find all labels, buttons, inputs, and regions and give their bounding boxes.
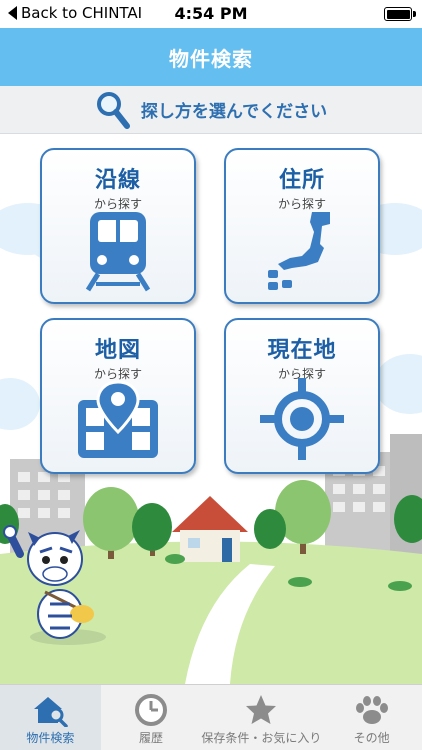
japan-map-icon — [268, 212, 330, 290]
tab-label: その他 — [353, 731, 390, 745]
tab-label: 履歴 — [138, 731, 163, 745]
tab-other[interactable]: その他 — [321, 685, 422, 750]
tab-label: 物件検索 — [26, 731, 75, 745]
battery-icon — [384, 7, 416, 21]
search-by-address-button[interactable]: 住所 から探す — [224, 148, 380, 304]
tab-history[interactable]: 履歴 — [101, 685, 202, 750]
star-icon — [246, 695, 277, 724]
search-by-map-button[interactable]: 地図 から探す — [40, 318, 196, 474]
house-search-icon — [34, 697, 69, 727]
tab-label: 保存条件・お気に入り — [201, 731, 322, 745]
tab-bar: 物件検索 履歴 保存条件・お気に入り その他 — [0, 684, 422, 750]
search-icon — [96, 91, 130, 129]
search-by-line-button[interactable]: 沿線 から探す — [40, 148, 196, 304]
crosshair-icon — [260, 378, 344, 460]
map-pin-icon — [78, 380, 158, 458]
instruction-text: 探し方を選んでください — [140, 102, 328, 122]
tile-title: 住所 — [278, 168, 325, 193]
tab-property-search[interactable]: 物件検索 — [0, 685, 101, 750]
train-icon — [85, 212, 151, 292]
status-bar: Back to CHINTAI 4:54 PM — [0, 0, 422, 28]
search-menu-area: 沿線 から探す 住所 から探す 地図 から探す 現在地 から探す — [0, 134, 422, 684]
page-title: 物件検索 — [169, 46, 253, 71]
paw-icon — [355, 696, 388, 724]
tab-saved-favorites[interactable]: 保存条件・お気に入り — [201, 685, 321, 750]
tile-title: 現在地 — [267, 338, 337, 363]
clock-icon — [134, 694, 167, 726]
instruction-bar: 探し方を選んでください — [0, 86, 422, 134]
status-time: 4:54 PM — [174, 4, 248, 23]
search-by-current-location-button[interactable]: 現在地 から探す — [224, 318, 380, 474]
navigation-bar: 物件検索 — [0, 28, 422, 86]
tile-title: 沿線 — [94, 168, 141, 193]
tile-title: 地図 — [94, 338, 141, 363]
